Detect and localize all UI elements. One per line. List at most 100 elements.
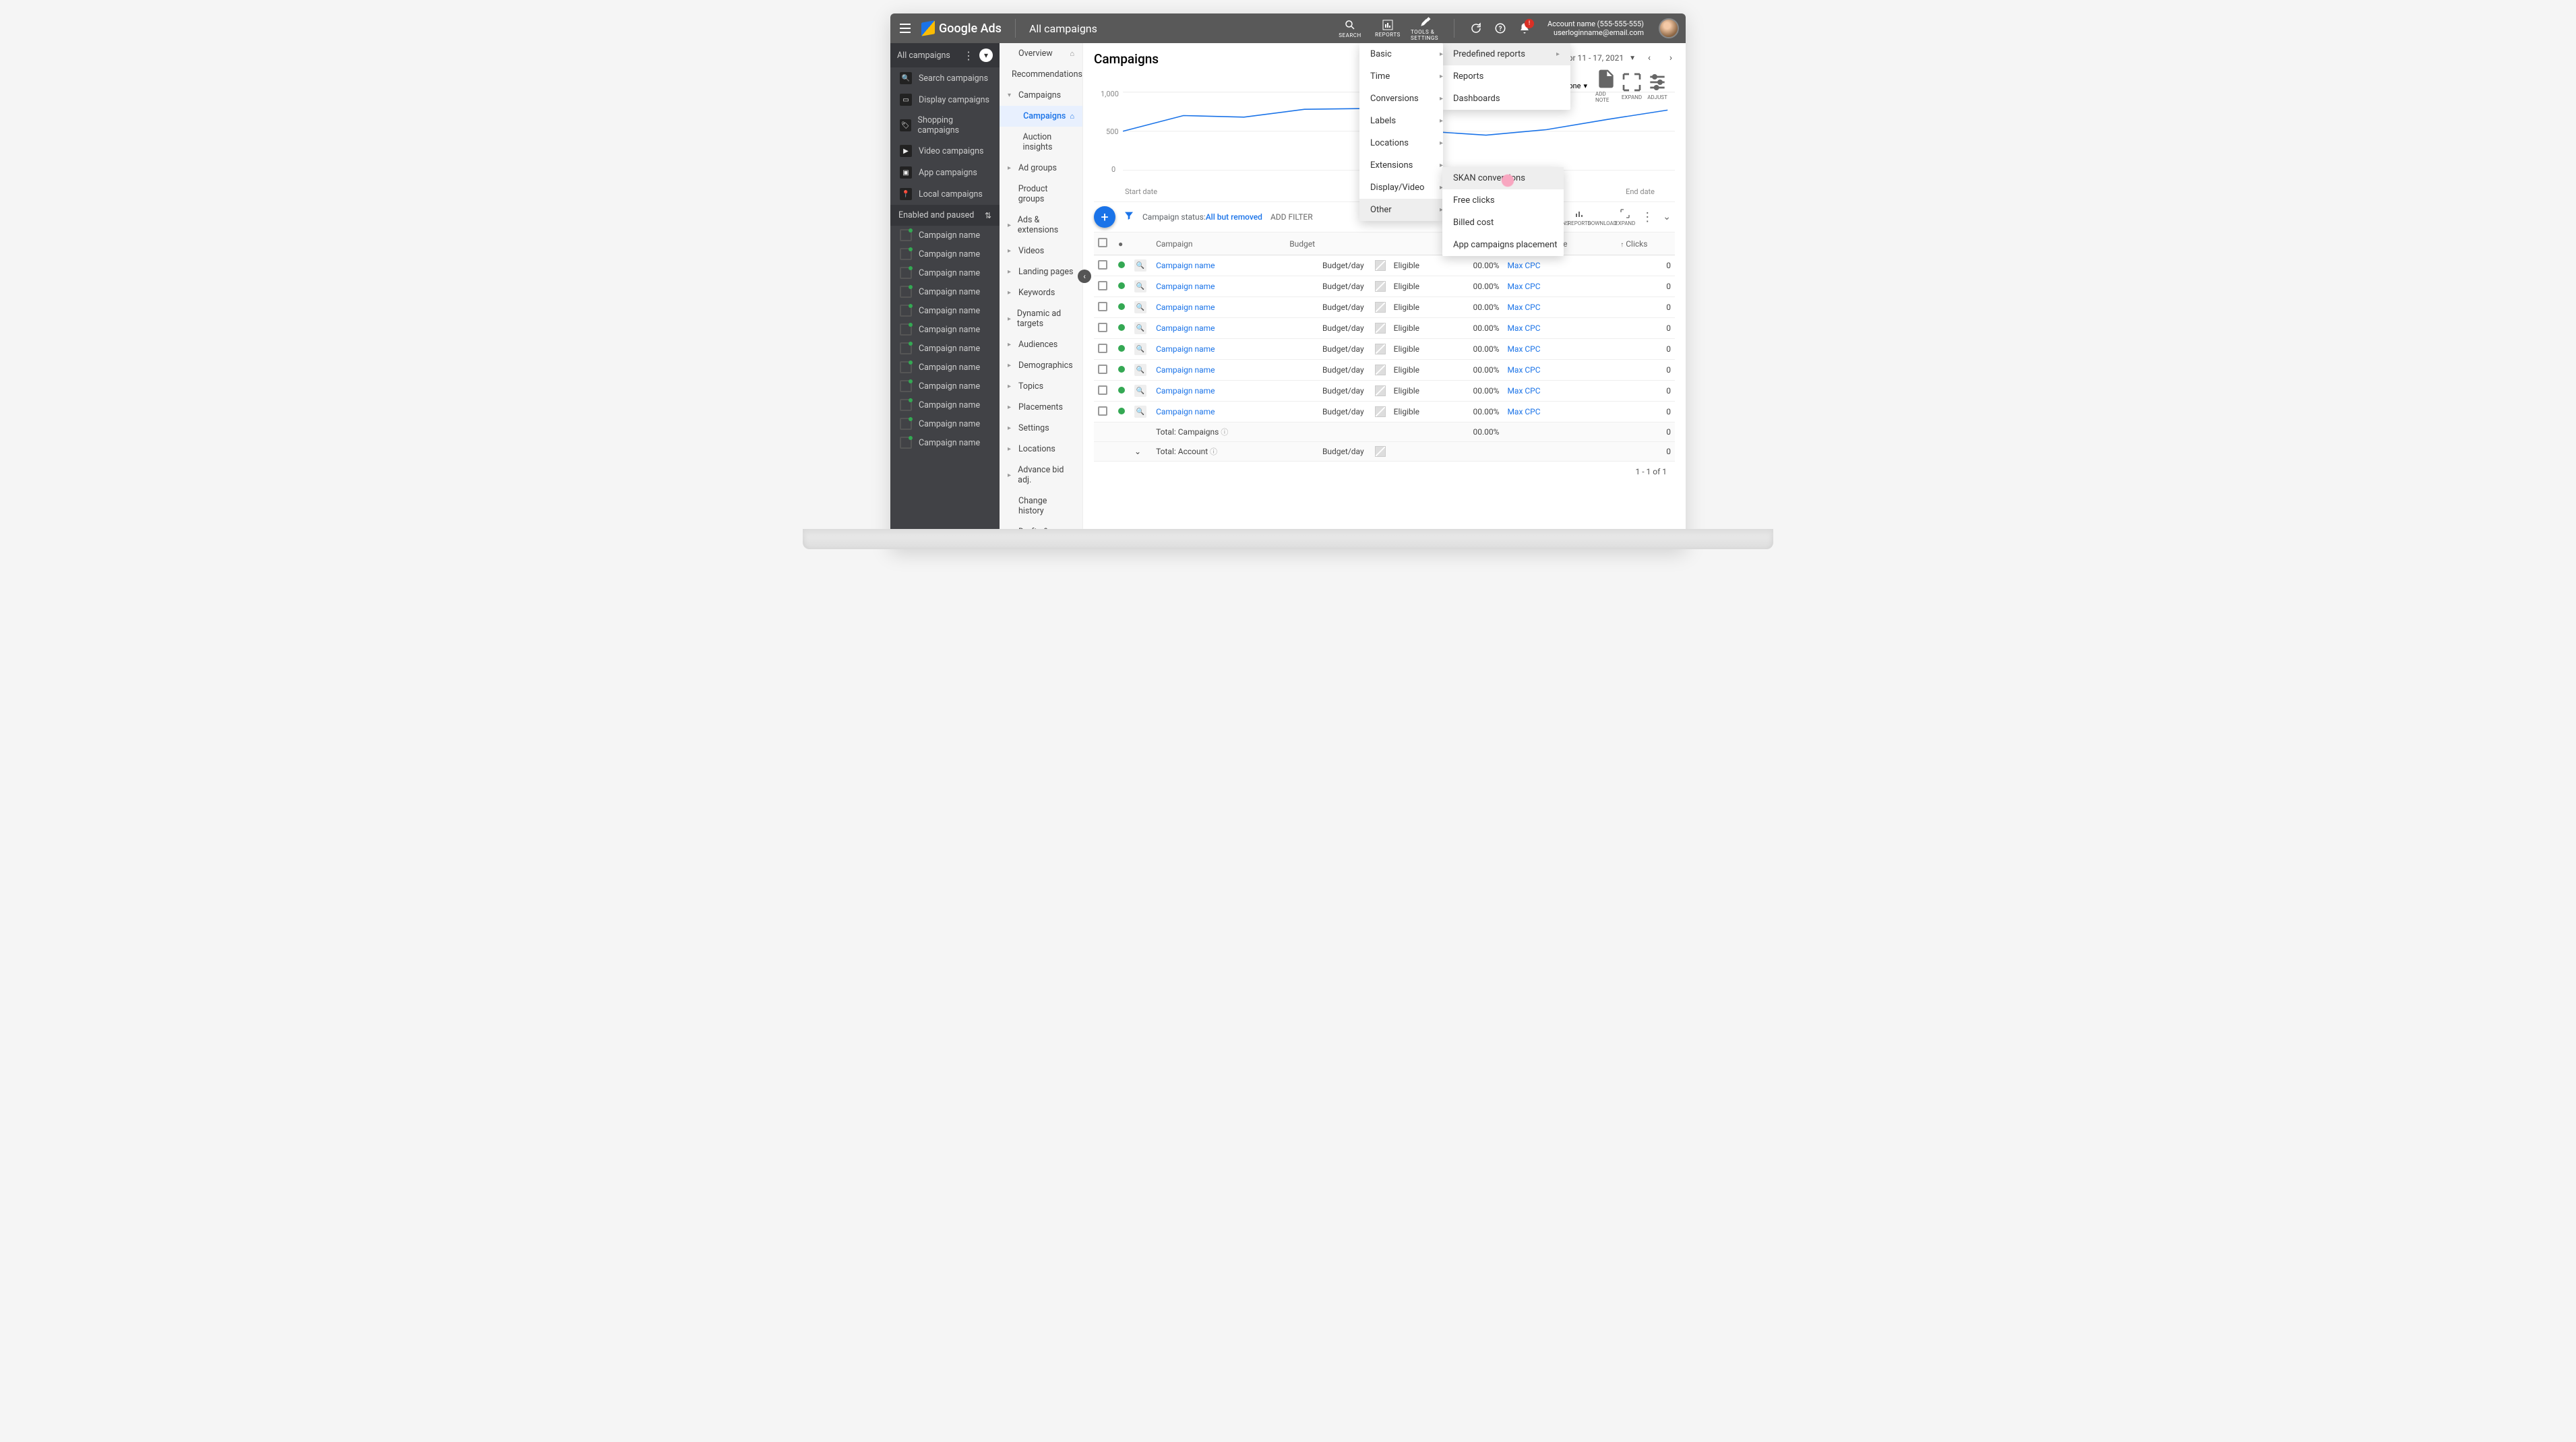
midnav-keywords[interactable]: ▸Keywords: [1000, 282, 1082, 303]
table-expand[interactable]: EXPAND: [1614, 208, 1636, 226]
rail-campaign-8[interactable]: Campaign name: [890, 377, 1000, 396]
rail-type-2[interactable]: 🏷 Shopping campaigns: [890, 111, 1000, 140]
bid-strategy-link[interactable]: Max CPC: [1507, 282, 1540, 291]
bid-strategy-link[interactable]: Max CPC: [1507, 365, 1540, 375]
menu-item-app-campaigns-placement[interactable]: App campaigns placement: [1442, 234, 1564, 256]
budget-edit-icon[interactable]: [1375, 365, 1386, 375]
budget-edit-icon[interactable]: [1375, 281, 1386, 292]
budget-edit-icon[interactable]: [1375, 406, 1386, 417]
filter-icon[interactable]: [1124, 210, 1134, 224]
rail-more-icon[interactable]: ⋮: [963, 49, 974, 62]
rail-type-5[interactable]: 📍 Local campaigns: [890, 183, 1000, 205]
midnav-ad-groups[interactable]: ▸Ad groups: [1000, 158, 1082, 179]
midnav-videos[interactable]: ▸Videos: [1000, 241, 1082, 261]
bid-strategy-link[interactable]: Max CPC: [1507, 407, 1540, 416]
row-checkbox[interactable]: [1098, 281, 1107, 290]
budget-edit-icon[interactable]: [1375, 344, 1386, 354]
chart-expand[interactable]: EXPAND: [1621, 71, 1643, 100]
new-campaign-fab[interactable]: +: [1094, 206, 1115, 228]
reports-tool[interactable]: REPORTS: [1373, 20, 1403, 38]
menu-item-basic[interactable]: Basic ▸: [1359, 43, 1454, 65]
row-checkbox[interactable]: [1098, 323, 1107, 332]
menu-item-labels[interactable]: Labels ▸: [1359, 110, 1454, 132]
rail-campaign-11[interactable]: Campaign name: [890, 433, 1000, 452]
info-icon[interactable]: ⓘ: [1221, 428, 1228, 437]
menu-item-predefined-reports[interactable]: Predefined reports ▸: [1442, 43, 1570, 65]
campaign-link[interactable]: Campaign name: [1156, 344, 1215, 354]
add-filter-link[interactable]: ADD FILTER: [1270, 212, 1313, 222]
tools-settings[interactable]: TOOLS & SETTINGS: [1411, 15, 1440, 41]
table-more-icon[interactable]: ⋮: [1637, 210, 1657, 224]
date-next-icon[interactable]: ›: [1663, 50, 1679, 66]
hamburger-menu[interactable]: [897, 20, 913, 36]
midnav-topics[interactable]: ▸Topics: [1000, 376, 1082, 397]
row-checkbox[interactable]: [1098, 260, 1107, 270]
col-campaign[interactable]: Campaign: [1152, 232, 1285, 255]
budget-edit-icon[interactable]: [1375, 302, 1386, 313]
col-clicks[interactable]: ↑ Clicks: [1616, 232, 1675, 255]
row-checkbox[interactable]: [1098, 365, 1107, 374]
rail-campaign-2[interactable]: Campaign name: [890, 263, 1000, 282]
menu-item-time[interactable]: Time ▸: [1359, 65, 1454, 88]
rail-campaign-9[interactable]: Campaign name: [890, 396, 1000, 414]
midnav-recommendations[interactable]: Recommendations: [1000, 64, 1082, 85]
bid-strategy-link[interactable]: Max CPC: [1507, 323, 1540, 333]
rail-campaign-7[interactable]: Campaign name: [890, 358, 1000, 377]
midnav-sub-auction-insights[interactable]: Auction insights: [1000, 127, 1082, 158]
rail-type-0[interactable]: 🔍 Search campaigns: [890, 67, 1000, 89]
midnav-campaigns[interactable]: ▾Campaigns: [1000, 85, 1082, 106]
row-checkbox[interactable]: [1098, 302, 1107, 311]
row-checkbox[interactable]: [1098, 406, 1107, 416]
budget-edit-icon[interactable]: [1375, 260, 1386, 271]
rail-campaign-6[interactable]: Campaign name: [890, 339, 1000, 358]
menu-item-free-clicks[interactable]: Free clicks: [1442, 189, 1564, 212]
menu-item-extensions[interactable]: Extensions ▸: [1359, 154, 1454, 177]
menu-item-display-video[interactable]: Display/Video ▸: [1359, 177, 1454, 199]
campaign-status-filter[interactable]: Campaign status:All but removed: [1142, 212, 1262, 222]
sort-icon[interactable]: ⇅: [985, 211, 991, 220]
table-reports[interactable]: REPORTS: [1568, 208, 1590, 226]
campaign-link[interactable]: Campaign name: [1156, 386, 1215, 396]
midnav-product-groups[interactable]: Product groups: [1000, 179, 1082, 210]
campaign-link[interactable]: Campaign name: [1156, 365, 1215, 375]
midnav-advance-bid-adj-[interactable]: ▸Advance bid adj.: [1000, 460, 1082, 491]
rail-type-4[interactable]: ▣ App campaigns: [890, 162, 1000, 183]
row-checkbox[interactable]: [1098, 385, 1107, 395]
rail-type-3[interactable]: ▶ Video campaigns: [890, 140, 1000, 162]
menu-item-skan-conversions[interactable]: SKAN conversions: [1442, 167, 1564, 189]
midnav-ads-extensions[interactable]: ▸Ads & extensions: [1000, 210, 1082, 241]
rail-collapse-icon[interactable]: ▾: [979, 49, 993, 62]
expand-row-icon[interactable]: ⌄: [1134, 447, 1141, 456]
rail-campaign-3[interactable]: Campaign name: [890, 282, 1000, 301]
bid-strategy-link[interactable]: Max CPC: [1507, 303, 1540, 312]
help-icon[interactable]: ?: [1492, 20, 1508, 36]
campaign-link[interactable]: Campaign name: [1156, 407, 1215, 416]
bid-strategy-link[interactable]: Max CPC: [1507, 344, 1540, 354]
rail-campaign-0[interactable]: Campaign name: [890, 226, 1000, 245]
menu-item-locations[interactable]: Locations ▸: [1359, 132, 1454, 154]
select-all-checkbox[interactable]: [1098, 238, 1107, 247]
date-range[interactable]: Apr 11 - 17, 2021: [1563, 53, 1624, 63]
bid-strategy-link[interactable]: Max CPC: [1507, 261, 1540, 270]
campaign-link[interactable]: Campaign name: [1156, 282, 1215, 291]
campaign-link[interactable]: Campaign name: [1156, 261, 1215, 270]
account-info[interactable]: Account name (555-555-555) userloginname…: [1547, 20, 1644, 37]
refresh-icon[interactable]: [1468, 20, 1484, 36]
menu-item-dashboards[interactable]: Dashboards: [1442, 88, 1570, 110]
bid-strategy-link[interactable]: Max CPC: [1507, 386, 1540, 396]
midnav-audiences[interactable]: ▸Audiences: [1000, 334, 1082, 355]
date-prev-icon[interactable]: ‹: [1641, 50, 1657, 66]
midnav-change-history[interactable]: Change history: [1000, 491, 1082, 522]
midnav-demographics[interactable]: ▸Demographics: [1000, 355, 1082, 376]
row-checkbox[interactable]: [1098, 344, 1107, 353]
chart-add-note[interactable]: ADD NOTE: [1595, 68, 1617, 103]
rail-type-1[interactable]: ▭ Display campaigns: [890, 89, 1000, 111]
menu-item-reports[interactable]: Reports: [1442, 65, 1570, 88]
notifications-icon[interactable]: !: [1516, 20, 1533, 36]
col-status[interactable]: [1390, 232, 1446, 255]
avatar[interactable]: [1659, 18, 1679, 38]
info-icon[interactable]: ⓘ: [1210, 447, 1217, 456]
midnav-sub-campaigns[interactable]: Campaigns⌂: [1000, 106, 1082, 127]
midnav-placements[interactable]: ▸Placements: [1000, 397, 1082, 418]
rail-campaign-4[interactable]: Campaign name: [890, 301, 1000, 320]
